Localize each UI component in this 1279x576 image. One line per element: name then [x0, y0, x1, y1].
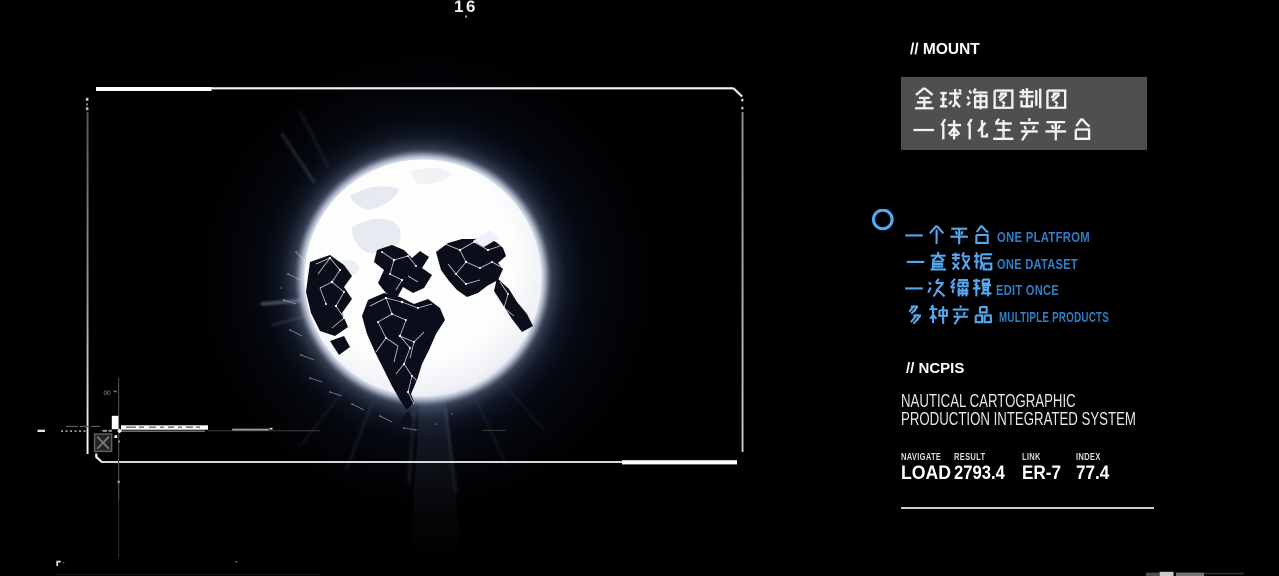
svg-text:00: 00	[104, 390, 112, 397]
